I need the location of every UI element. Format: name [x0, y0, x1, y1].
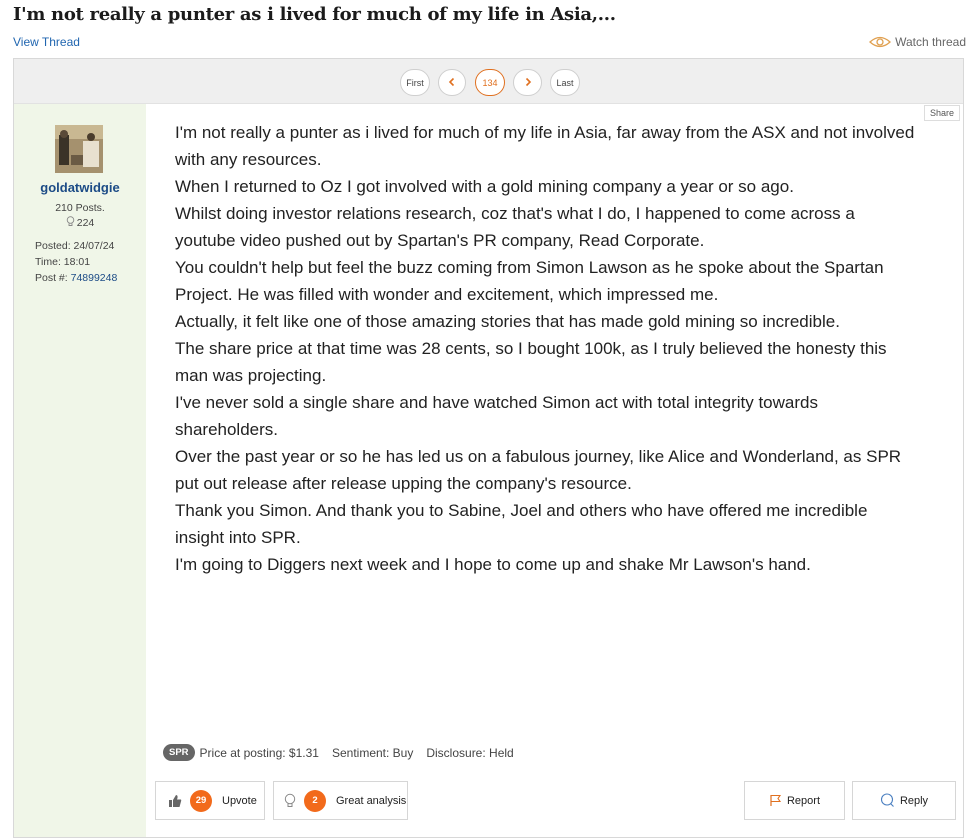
reply-button[interactable]: Reply [852, 781, 956, 820]
post-date: Posted: 24/07/24 [35, 240, 115, 252]
disclosure-bar: SPR Price at posting: $1.31 Sentiment: B… [163, 744, 527, 761]
eye-icon [869, 35, 892, 49]
post-line: When I returned to Oz I got involved wit… [175, 177, 794, 196]
author-likes-count: 224 [76, 217, 95, 229]
pagination-bar: First 134 Last [14, 59, 963, 104]
post-line: The share price at that time was 28 cent… [175, 339, 887, 385]
report-button[interactable]: Report [744, 781, 845, 820]
view-thread-link[interactable]: View Thread [13, 35, 80, 49]
thumbs-up-icon [168, 794, 182, 808]
post-line: You couldn't help but feel the buzz comi… [175, 258, 884, 304]
post-body: I'm not really a punter as i lived for m… [175, 119, 920, 578]
author-username[interactable]: goldatwidgie [14, 180, 146, 195]
post-line: Actually, it felt like one of those amaz… [175, 312, 840, 331]
chevron-left-icon [447, 77, 457, 89]
upvote-button[interactable]: 29 Upvote [155, 781, 265, 820]
price-at-posting: Price at posting: $1.31 [199, 745, 319, 760]
post-line: I'm going to Diggers next week and I hop… [175, 555, 811, 574]
great-analysis-label: Great analysis [336, 794, 407, 807]
upvote-label: Upvote [222, 794, 257, 807]
share-button[interactable]: Share [923, 105, 960, 121]
sentiment: Sentiment: Buy [331, 745, 414, 760]
next-page-button[interactable] [513, 69, 542, 96]
upvote-count: 29 [190, 789, 212, 812]
current-page[interactable]: 134 [475, 69, 505, 96]
prev-page-button[interactable] [438, 69, 466, 96]
author-likes: 224 [14, 216, 146, 230]
post-number-label: Post #: [35, 272, 68, 284]
report-label: Report [786, 794, 821, 807]
lightbulb-icon [66, 216, 75, 230]
flag-icon [769, 794, 782, 807]
author-sidebar: goldatwidgie 210 Posts. 224 Posted: 24/0… [14, 104, 146, 837]
great-analysis-button[interactable]: 2 Great analysis [273, 781, 408, 820]
post-line: Whilst doing investor relations research… [175, 204, 855, 250]
post-line: Thank you Simon. And thank you to Sabine… [175, 501, 868, 547]
watch-thread-button[interactable]: Watch thread [869, 35, 966, 49]
watch-thread-label: Watch thread [895, 35, 966, 49]
thread-title: I'm not really a punter as i lived for m… [13, 4, 616, 25]
great-analysis-count: 2 [304, 789, 326, 812]
reply-label: Reply [899, 794, 929, 807]
author-post-count: 210 Posts. [55, 202, 105, 214]
post-number: Post #: 74899248 [35, 272, 117, 284]
speech-bubble-icon [880, 793, 895, 808]
post-number-link[interactable]: 74899248 [71, 272, 118, 284]
lightbulb-icon [284, 793, 296, 809]
first-page-button[interactable]: First [400, 69, 430, 96]
post-line: Over the past year or so he has led us o… [175, 447, 902, 493]
post-container: First 134 Last goldatwidgie 210 Posts. 2… [13, 58, 964, 838]
post-line: I'm not really a punter as i lived for m… [175, 123, 915, 169]
ticker-badge[interactable]: SPR [163, 744, 195, 761]
avatar[interactable] [55, 125, 103, 173]
chevron-right-icon [523, 77, 533, 89]
last-page-button[interactable]: Last [550, 69, 580, 96]
post-line: I've never sold a single share and have … [175, 393, 818, 439]
post-time: Time: 18:01 [35, 256, 91, 268]
disclosure-status: Disclosure: Held [426, 745, 514, 760]
